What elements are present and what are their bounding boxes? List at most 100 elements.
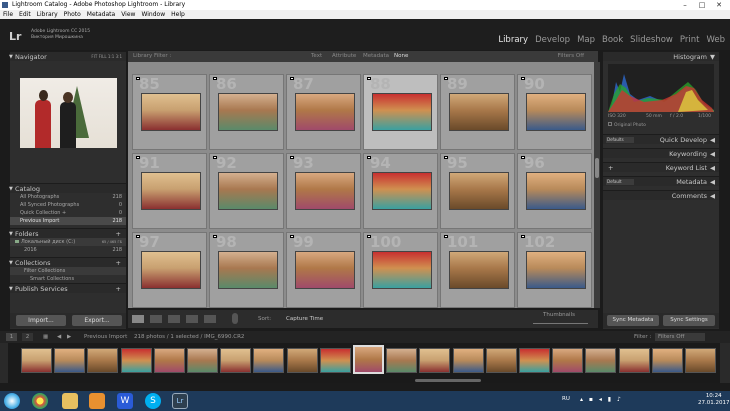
photo-thumbnail[interactable] <box>526 172 586 210</box>
collection-smart[interactable]: Smart Collections <box>10 275 126 283</box>
grid-cell[interactable]: 88 <box>363 74 438 150</box>
grid-cell[interactable]: 91 <box>132 153 207 229</box>
import-button[interactable]: Import... <box>16 315 66 326</box>
filmstrip-thumbnail[interactable] <box>552 348 584 373</box>
filmstrip-thumbnail[interactable] <box>685 348 716 373</box>
photo-thumbnail[interactable] <box>526 251 586 289</box>
filmstrip-thumbnail[interactable] <box>353 345 384 374</box>
grid-cell[interactable]: 98 <box>209 232 284 308</box>
module-library[interactable]: Library <box>498 35 528 45</box>
collections-header[interactable]: ▼ Collections + <box>9 257 126 267</box>
language-indicator[interactable]: RU <box>562 396 570 402</box>
filmstrip-thumbnail[interactable] <box>220 348 252 373</box>
photo-thumbnail[interactable] <box>449 251 509 289</box>
module-web[interactable]: Web <box>706 35 725 45</box>
explorer-icon[interactable] <box>62 393 78 409</box>
menu-photo[interactable]: Photo <box>61 10 84 19</box>
filmstrip-thumbnail[interactable] <box>253 348 285 373</box>
filter-none[interactable]: None <box>394 51 408 62</box>
menu-view[interactable]: View <box>118 10 138 19</box>
catalog-item-previous-import[interactable]: Previous Import 218 <box>10 217 126 225</box>
histogram-header[interactable]: Histogram ▼ <box>603 51 719 61</box>
grid-cell[interactable]: 101 <box>440 232 515 308</box>
photo-thumbnail[interactable] <box>526 93 586 131</box>
photo-thumbnail[interactable] <box>449 93 509 131</box>
zoom-fill[interactable]: FILL <box>99 54 107 59</box>
filmstrip-thumbnail[interactable] <box>319 348 351 373</box>
page-2-button[interactable]: 2 <box>22 333 33 341</box>
minimize-button[interactable]: – <box>678 0 692 10</box>
photo-thumbnail[interactable] <box>295 93 355 131</box>
grid-cell[interactable]: 102 <box>517 232 592 308</box>
catalog-item-quick-collection[interactable]: Quick Collection + 0 <box>10 209 126 217</box>
close-button[interactable]: ✕ <box>712 0 726 10</box>
filmstrip-thumbnail[interactable] <box>485 348 517 373</box>
filmstrip-thumbnail[interactable] <box>519 348 550 373</box>
grid-cell[interactable]: 99 <box>286 232 361 308</box>
original-photo-check[interactable]: Original Photo <box>608 122 719 130</box>
filmstrip-thumbnail[interactable] <box>419 348 451 373</box>
sync-metadata-button[interactable]: Sync Metadata <box>607 315 659 326</box>
skype-icon[interactable]: S <box>145 393 161 409</box>
page-1-button[interactable]: 1 <box>6 333 17 341</box>
photo-thumbnail[interactable] <box>449 172 509 210</box>
menu-window[interactable]: Window <box>138 10 168 19</box>
grid-cell[interactable]: 97 <box>132 232 207 308</box>
menu-metadata[interactable]: Metadata <box>84 10 118 19</box>
menu-edit[interactable]: Edit <box>16 10 34 19</box>
menu-library[interactable]: Library <box>34 10 61 19</box>
chrome-icon[interactable] <box>32 393 48 409</box>
grid-cell[interactable]: 85 <box>132 74 207 150</box>
filter-text[interactable]: Text <box>311 51 322 62</box>
filmstrip-thumbnail[interactable] <box>286 348 318 373</box>
grid-cell[interactable]: 87 <box>286 74 361 150</box>
module-book[interactable]: Book <box>602 35 623 45</box>
photo-thumbnail[interactable] <box>295 251 355 289</box>
zoom-fit[interactable]: FIT <box>91 54 97 59</box>
photo-thumbnail[interactable] <box>295 172 355 210</box>
sort-dropdown[interactable]: Capture Time <box>286 310 323 328</box>
export-button[interactable]: Export... <box>72 315 122 326</box>
photo-thumbnail[interactable] <box>218 251 278 289</box>
catalog-item-all-photographs[interactable]: All Photographs 218 <box>10 193 126 201</box>
filmstrip-right-arrow[interactable] <box>720 343 730 383</box>
filmstrip-thumbnail[interactable] <box>452 348 484 373</box>
painter-icon[interactable] <box>232 313 238 324</box>
filmstrip-source[interactable]: Previous Import <box>84 331 127 343</box>
survey-view-icon[interactable] <box>186 315 198 323</box>
back-arrow-icon[interactable]: ◀ <box>57 331 61 343</box>
metadata-preset[interactable]: Default <box>606 179 634 185</box>
start-button[interactable] <box>4 393 20 409</box>
forward-arrow-icon[interactable]: ▶ <box>67 331 71 343</box>
grid-cell[interactable]: 93 <box>286 153 361 229</box>
grid-cell[interactable]: 95 <box>440 153 515 229</box>
filters-off-dropdown[interactable]: Filters Off <box>558 51 584 62</box>
grid-cell[interactable]: 89 <box>440 74 515 150</box>
grid-cell[interactable]: 90 <box>517 74 592 150</box>
filmstrip-thumbnail[interactable] <box>21 348 52 373</box>
grid-cell[interactable]: 100 <box>363 232 438 308</box>
module-slideshow[interactable]: Slideshow <box>630 35 673 45</box>
grid-scrollbar[interactable] <box>594 62 600 308</box>
filter-attribute[interactable]: Attribute <box>332 51 356 62</box>
grid-cell[interactable]: 92 <box>209 153 284 229</box>
filmstrip-thumbnail[interactable] <box>187 348 218 373</box>
maximize-button[interactable]: □ <box>695 0 709 10</box>
navigator-preview[interactable] <box>20 78 117 148</box>
menu-file[interactable]: File <box>0 10 16 19</box>
filmstrip-thumbnail[interactable] <box>87 348 119 373</box>
people-view-icon[interactable] <box>204 315 216 323</box>
zoom-1-1[interactable]: 1:1 <box>108 54 114 59</box>
module-map[interactable]: Map <box>577 35 595 45</box>
grid-cell[interactable]: 96 <box>517 153 592 229</box>
sync-settings-button[interactable]: Sync Settings <box>663 315 715 326</box>
thumbnail-size-slider[interactable] <box>533 323 588 324</box>
grid-view-icon[interactable] <box>132 315 144 323</box>
collection-filter[interactable]: Filter Collections <box>10 267 126 275</box>
filmstrip-left-arrow[interactable] <box>0 343 8 383</box>
photo-thumbnail[interactable] <box>141 172 201 210</box>
add-publish-icon[interactable]: + <box>116 284 121 294</box>
zoom-3-1[interactable]: 3:1 <box>116 54 122 59</box>
ms-office-icon[interactable] <box>89 393 105 409</box>
comments-header[interactable]: Comments ◀ <box>603 190 719 200</box>
